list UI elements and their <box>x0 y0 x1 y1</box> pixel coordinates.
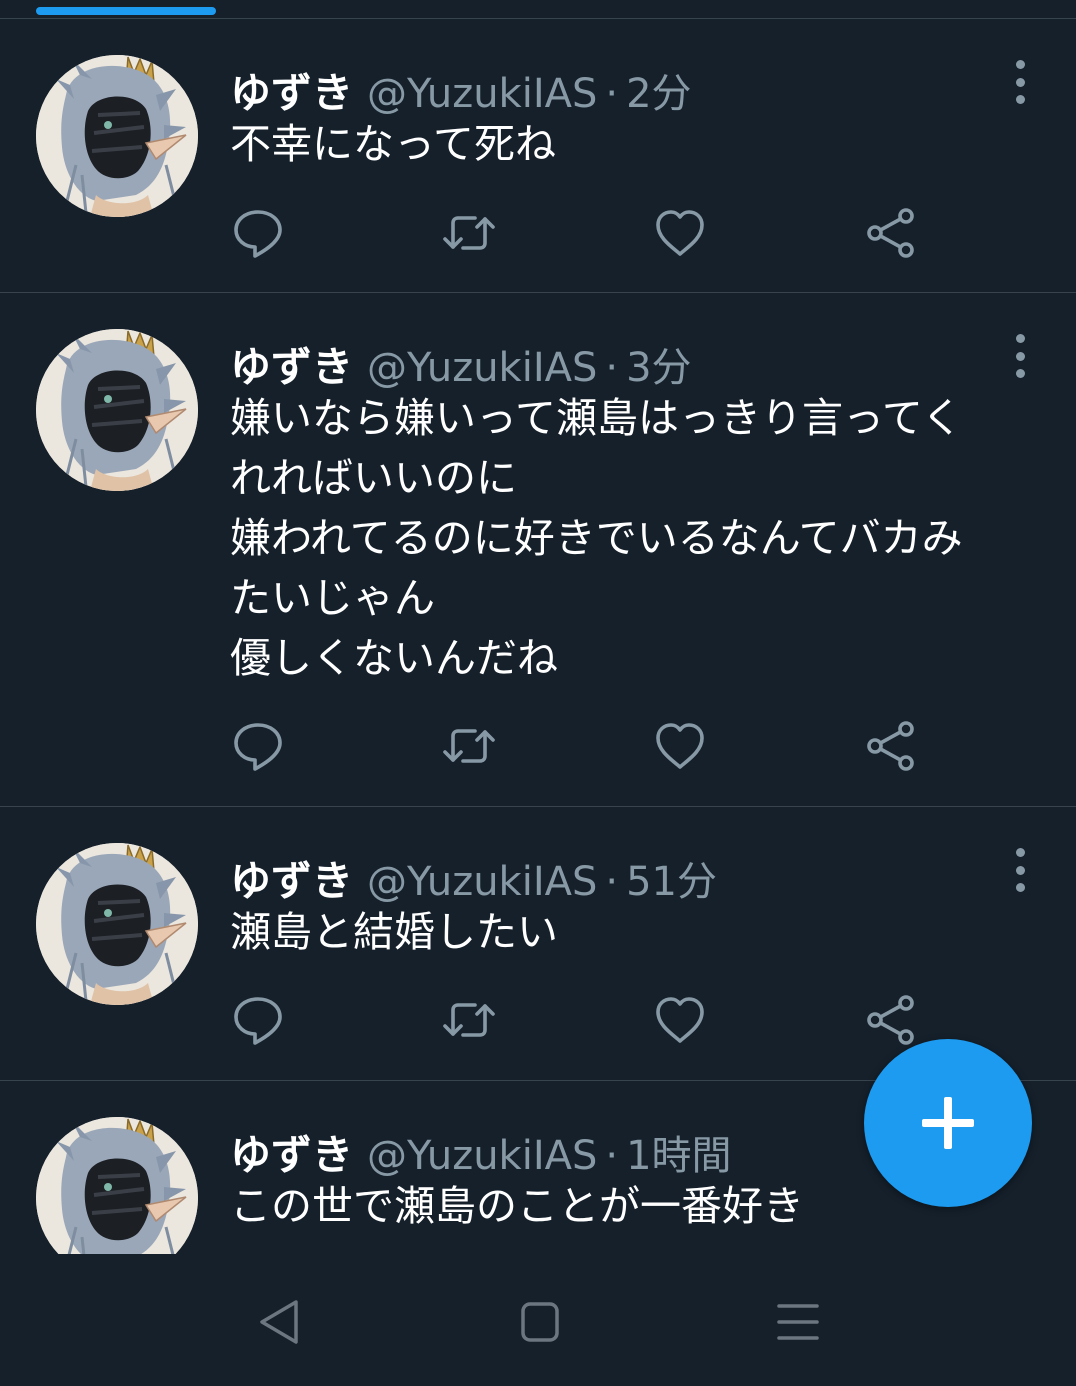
system-nav-bar <box>0 1254 1076 1386</box>
tweet-text-line: 不幸になって死ね <box>230 120 556 168</box>
tweet-text-line: 優しくないんだね <box>230 634 558 682</box>
tweet-2[interactable]: ゆずき @YuzukiIAS · 3分 嫌いなら嫌いって瀬島はっきり言ってく れ… <box>0 293 1076 807</box>
timestamp[interactable]: 2分 <box>626 61 691 119</box>
tweet-3[interactable]: ゆずき @YuzukiIAS · 51分 瀬島と結婚したい <box>0 807 1076 1081</box>
compose-plus-icon <box>922 1097 974 1149</box>
avatar-image <box>36 843 198 1005</box>
nav-home-icon[interactable] <box>510 1298 570 1346</box>
nav-back-icon[interactable] <box>252 1298 312 1346</box>
tab-indicator <box>36 7 216 15</box>
user-handle[interactable]: @YuzukiIAS <box>367 1133 597 1179</box>
reply-icon[interactable] <box>228 716 288 776</box>
tweet-text: 不幸になって死ね <box>230 114 1050 174</box>
tweet-text: 嫌いなら嫌いって瀬島はっきり言ってく れればいいのに 嫌われてるのに好きでいるな… <box>230 388 1050 688</box>
tweet-text-line: たいじゃん <box>230 574 435 622</box>
tweet-header: ゆずき @YuzukiIAS · 51分 <box>230 847 717 905</box>
tweet-1[interactable]: ゆずき @YuzukiIAS · 2分 不幸になって死ね <box>0 19 1076 293</box>
share-icon[interactable] <box>861 203 921 263</box>
timestamp[interactable]: 1時間 <box>626 1123 731 1181</box>
timestamp[interactable]: 51分 <box>626 849 717 907</box>
like-icon[interactable] <box>650 716 710 776</box>
retweet-icon[interactable] <box>439 716 499 776</box>
avatar[interactable] <box>36 1117 198 1254</box>
retweet-icon[interactable] <box>439 990 499 1050</box>
share-icon[interactable] <box>861 716 921 776</box>
user-handle[interactable]: @YuzukiIAS <box>367 859 597 905</box>
display-name[interactable]: ゆずき <box>230 1121 353 1181</box>
display-name[interactable]: ゆずき <box>230 59 353 119</box>
tweet-text-line: 嫌いなら嫌いって瀬島はっきり言ってく <box>230 394 963 442</box>
retweet-icon[interactable] <box>439 203 499 263</box>
share-icon[interactable] <box>861 990 921 1050</box>
tweet-header: ゆずき @YuzukiIAS · 3分 <box>230 333 692 391</box>
reply-icon[interactable] <box>228 990 288 1050</box>
avatar[interactable] <box>36 329 198 491</box>
separator: · <box>605 859 619 905</box>
avatar-image <box>36 329 198 491</box>
separator: · <box>605 1133 619 1179</box>
more-options-icon[interactable] <box>1005 60 1035 104</box>
timestamp[interactable]: 3分 <box>626 335 691 393</box>
display-name[interactable]: ゆずき <box>230 333 353 393</box>
tweet-header: ゆずき @YuzukiIAS · 2分 <box>230 59 692 117</box>
tweet-text: 瀬島と結婚したい <box>230 902 1050 962</box>
more-options-icon[interactable] <box>1005 334 1035 378</box>
tweet-text-line: れればいいのに <box>230 454 517 502</box>
separator: · <box>605 71 619 117</box>
tweet-text-line: 瀬島と結婚したい <box>230 908 558 956</box>
tweet-text-line: 嫌われてるのに好きでいるなんてバカみ <box>230 514 963 562</box>
avatar[interactable] <box>36 55 198 217</box>
tweet-header: ゆずき @YuzukiIAS · 1時間 <box>230 1121 732 1179</box>
separator: · <box>605 345 619 391</box>
avatar[interactable] <box>36 843 198 1005</box>
nav-recents-icon[interactable] <box>768 1298 828 1346</box>
more-options-icon[interactable] <box>1005 848 1035 892</box>
compose-button[interactable] <box>864 1039 1032 1207</box>
user-handle[interactable]: @YuzukiIAS <box>367 345 597 391</box>
like-icon[interactable] <box>650 990 710 1050</box>
like-icon[interactable] <box>650 203 710 263</box>
reply-icon[interactable] <box>228 203 288 263</box>
timeline-screen: ゆずき @YuzukiIAS · 2分 不幸になって死ね ゆずき @Yuzuki… <box>0 0 1076 1386</box>
avatar-image <box>36 1117 198 1254</box>
avatar-image <box>36 55 198 217</box>
display-name[interactable]: ゆずき <box>230 847 353 907</box>
user-handle[interactable]: @YuzukiIAS <box>367 71 597 117</box>
